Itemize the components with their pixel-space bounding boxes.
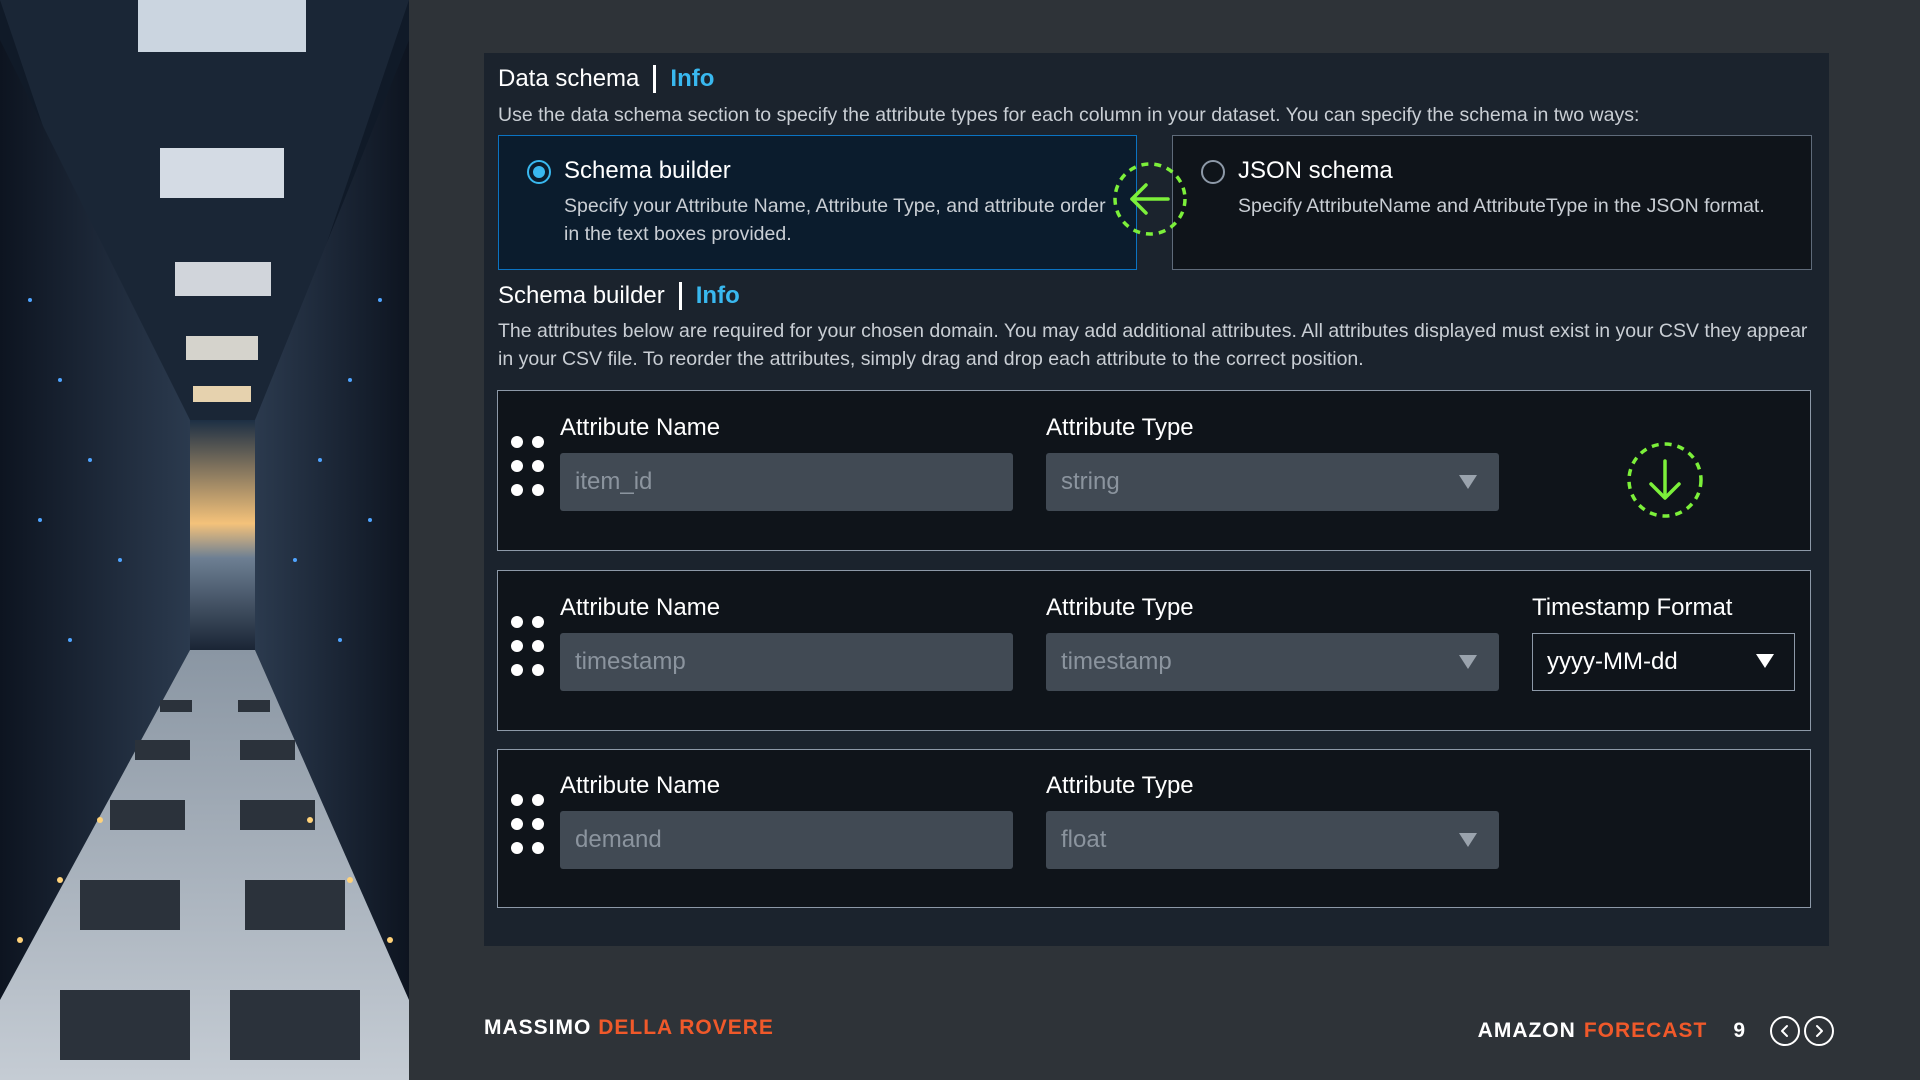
footer-product: AMAZON FORECAST 9: [1478, 1016, 1834, 1046]
product-name-a: AMAZON: [1477, 1019, 1576, 1042]
data-schema-description: Use the data schema section to specify t…: [498, 104, 1640, 126]
caret-down-icon: [1459, 475, 1477, 489]
attribute-row-demand[interactable]: Attribute Name demand Attribute Type flo…: [497, 749, 1811, 908]
json-schema-option-title: JSON schema: [1238, 157, 1393, 184]
attribute-row-item-id[interactable]: Attribute Name item_id Attribute Type st…: [497, 390, 1811, 551]
previous-slide-button[interactable]: [1770, 1016, 1800, 1046]
arrow-down-dashed-circle-icon: [1627, 442, 1703, 518]
server-room-illustration: [0, 0, 409, 1080]
attribute-name-input[interactable]: timestamp: [560, 633, 1013, 691]
timestamp-format-value: yyyy-MM-dd: [1547, 648, 1678, 675]
attribute-name-label: Attribute Name: [560, 772, 721, 799]
schema-builder-option-title: Schema builder: [564, 157, 731, 184]
drag-handle-icon[interactable]: [511, 436, 547, 496]
data-schema-info-link[interactable]: Info: [670, 65, 714, 93]
drag-handle-icon[interactable]: [511, 794, 547, 854]
timestamp-format-select[interactable]: yyyy-MM-dd: [1532, 633, 1795, 691]
caret-down-icon: [1459, 833, 1477, 847]
attribute-type-label: Attribute Type: [1046, 594, 1194, 621]
schema-builder-option[interactable]: Schema builder Specify your Attribute Na…: [498, 135, 1137, 270]
data-schema-header: Data schema Info: [498, 65, 714, 93]
header-divider: [678, 282, 682, 310]
attribute-type-select[interactable]: float: [1046, 811, 1499, 869]
arrow-left-dashed-circle-icon: [1113, 162, 1187, 236]
attribute-name-label: Attribute Name: [560, 414, 721, 441]
author-first-name: MASSIMO: [484, 1016, 592, 1039]
author-last-name: DELLA ROVERE: [598, 1016, 774, 1039]
json-schema-option-description: Specify AttributeName and AttributeType …: [1238, 195, 1765, 217]
attribute-type-label: Attribute Type: [1046, 414, 1194, 441]
attribute-row-timestamp[interactable]: Attribute Name timestamp Attribute Type …: [497, 570, 1811, 731]
next-slide-button[interactable]: [1804, 1016, 1834, 1046]
caret-down-icon: [1756, 654, 1774, 668]
data-schema-title: Data schema: [498, 65, 640, 92]
attribute-name-input[interactable]: item_id: [560, 453, 1013, 511]
chevron-left-icon: [1781, 1025, 1788, 1037]
chevron-right-icon: [1816, 1025, 1823, 1037]
attribute-type-value: timestamp: [1061, 648, 1172, 675]
attribute-type-value: float: [1061, 826, 1107, 853]
attribute-type-value: string: [1061, 468, 1120, 495]
schema-builder-info-link[interactable]: Info: [696, 282, 740, 310]
attribute-type-select[interactable]: timestamp: [1046, 633, 1499, 691]
timestamp-format-label: Timestamp Format: [1532, 594, 1733, 621]
caret-down-icon: [1459, 655, 1477, 669]
schema-builder-title: Schema builder: [498, 282, 665, 309]
schema-builder-header: Schema builder Info: [498, 282, 740, 310]
schema-builder-description: The attributes below are required for yo…: [498, 320, 1808, 370]
page-number: 9: [1733, 1019, 1746, 1042]
header-divider: [653, 65, 657, 93]
product-name-b: FORECAST: [1583, 1019, 1708, 1042]
attribute-type-label: Attribute Type: [1046, 772, 1194, 799]
data-schema-panel: Data schema Info Use the data schema sec…: [484, 53, 1829, 946]
footer-author: MASSIMO DELLA ROVERE: [484, 1016, 774, 1040]
schema-builder-option-description: Specify your Attribute Name, Attribute T…: [564, 195, 1106, 245]
json-schema-option[interactable]: JSON schema Specify AttributeName and At…: [1172, 135, 1812, 270]
attribute-name-input[interactable]: demand: [560, 811, 1013, 869]
attribute-name-label: Attribute Name: [560, 594, 721, 621]
drag-handle-icon[interactable]: [511, 616, 547, 676]
attribute-type-select[interactable]: string: [1046, 453, 1499, 511]
schema-builder-radio[interactable]: [527, 160, 551, 184]
json-schema-radio[interactable]: [1201, 160, 1225, 184]
